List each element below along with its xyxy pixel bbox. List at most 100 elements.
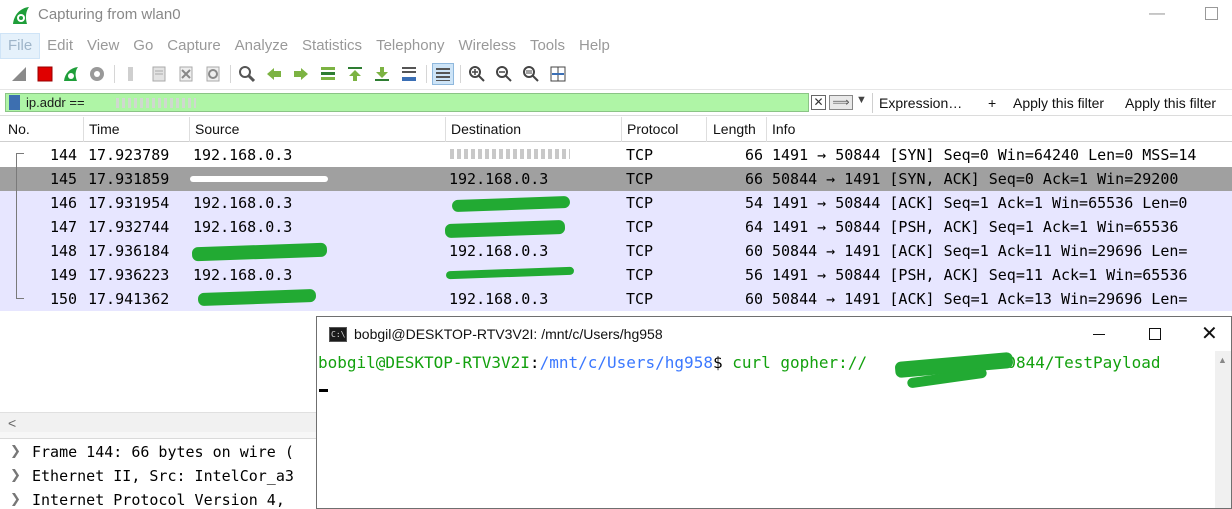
filter-history-chevron-down-icon[interactable]: ▼: [856, 94, 867, 106]
menu-go[interactable]: Go: [126, 33, 160, 59]
packet-details: ❯ Frame 144: 66 bytes on wire ( ❯ Ethern…: [0, 439, 318, 509]
scroll-left-icon[interactable]: <: [8, 415, 16, 431]
stop-capture-icon[interactable]: [34, 63, 56, 85]
clear-filter-icon[interactable]: ✕: [811, 95, 826, 110]
menu-capture[interactable]: Capture: [160, 33, 227, 59]
packet-list-hscroll[interactable]: <: [0, 412, 318, 432]
column-destination[interactable]: Destination: [451, 121, 521, 137]
minimize-button[interactable]: —: [1147, 4, 1167, 24]
terminal-minimize-button[interactable]: [1093, 334, 1105, 335]
pane-splitter[interactable]: [0, 432, 318, 439]
chevron-right-icon[interactable]: ❯: [10, 492, 21, 507]
packet-row[interactable]: 146 17.931954 192.168.0.3 TCP 54 1491 → …: [0, 191, 1232, 215]
find-packet-icon[interactable]: [236, 63, 258, 85]
maximize-button[interactable]: [1205, 7, 1218, 20]
display-filter-input[interactable]: ip.addr ==: [5, 93, 809, 112]
menu-tools[interactable]: Tools: [523, 33, 572, 59]
capture-options-icon[interactable]: [86, 63, 108, 85]
menu-file[interactable]: File: [0, 33, 41, 59]
packet-source: 192.168.0.3: [193, 194, 293, 212]
first-packet-icon[interactable]: [344, 63, 366, 85]
main-toolbar: [0, 60, 1232, 90]
menu-analyze[interactable]: Analyze: [228, 33, 295, 59]
prompt-path: /mnt/c/Users/hg958: [539, 353, 713, 372]
packet-protocol: TCP: [626, 290, 654, 308]
zoom-in-icon[interactable]: [466, 63, 488, 85]
packet-info: 1491 → 50844 [PSH, ACK] Seq=1 Ack=1 Win=…: [772, 218, 1179, 236]
close-file-icon[interactable]: [175, 63, 197, 85]
chevron-right-icon[interactable]: ❯: [10, 468, 21, 483]
terminal-maximize-button[interactable]: [1149, 328, 1161, 340]
menu-help[interactable]: Help: [572, 33, 617, 59]
resize-columns-icon[interactable]: [547, 63, 569, 85]
save-file-icon[interactable]: [148, 63, 170, 85]
menu-wireless[interactable]: Wireless: [451, 33, 523, 59]
last-packet-icon[interactable]: [371, 63, 393, 85]
packet-protocol: TCP: [626, 242, 654, 260]
packet-row[interactable]: 147 17.932744 192.168.0.3 TCP 64 1491 → …: [0, 215, 1232, 239]
packet-protocol: TCP: [626, 194, 654, 212]
expression-button[interactable]: Expression…: [879, 95, 962, 111]
column-info[interactable]: Info: [772, 121, 795, 137]
prompt-separator: :: [529, 353, 540, 372]
menu-edit[interactable]: Edit: [40, 33, 80, 59]
zoom-out-icon[interactable]: [493, 63, 515, 85]
filter-bookmark-icon[interactable]: [9, 95, 20, 110]
menu-view[interactable]: View: [80, 33, 126, 59]
apply-filter-button-1[interactable]: Apply this filter: [1013, 95, 1104, 111]
open-file-icon[interactable]: [120, 63, 142, 85]
detail-row-ip[interactable]: ❯ Internet Protocol Version 4,: [0, 489, 318, 509]
packet-list: 144 17.923789 192.168.0.3 TCP 66 1491 → …: [0, 143, 1232, 312]
column-protocol[interactable]: Protocol: [627, 121, 678, 137]
restart-capture-icon[interactable]: [60, 63, 82, 85]
menu-telephony[interactable]: Telephony: [369, 33, 451, 59]
detail-text: Ethernet II, Src: IntelCor_a3: [32, 467, 294, 485]
packet-source: 192.168.0.3: [193, 266, 293, 284]
go-to-packet-icon[interactable]: [317, 63, 339, 85]
display-filter-bar: ip.addr == ✕ ⟹ ▼ Expression… + Apply thi…: [0, 90, 1232, 116]
scroll-up-icon[interactable]: ▲: [1218, 355, 1227, 365]
packet-no: 148: [50, 242, 78, 260]
packet-row[interactable]: 148 17.936184 192.168.0.3 TCP 60 50844 →…: [0, 239, 1232, 263]
start-capture-icon[interactable]: [8, 63, 30, 85]
chevron-right-icon[interactable]: ❯: [10, 444, 21, 459]
go-forward-icon[interactable]: [290, 63, 312, 85]
packet-row[interactable]: 145 17.931859 192.168.0.3 TCP 66 50844 →…: [0, 167, 1232, 191]
colorize-icon[interactable]: [432, 63, 454, 85]
packet-info: 50844 → 1491 [ACK] Seq=1 Ack=11 Win=2969…: [772, 242, 1188, 260]
packet-no: 144: [50, 146, 78, 164]
packet-length: 66: [745, 170, 764, 188]
menu-statistics[interactable]: Statistics: [295, 33, 369, 59]
terminal-body[interactable]: bobgil@DESKTOP-RTV3V2I:/mnt/c/Users/hg95…: [317, 351, 1215, 508]
terminal-scrollbar[interactable]: ▲: [1215, 351, 1231, 508]
packet-info: 50844 → 1491 [ACK] Seq=1 Ack=13 Win=2969…: [772, 290, 1188, 308]
packet-destination: 192.168.0.3: [449, 290, 549, 308]
apply-filter-arrow-icon[interactable]: ⟹: [829, 95, 853, 110]
packet-destination: 192.168.0.3: [449, 242, 549, 260]
column-no[interactable]: No.: [8, 121, 30, 137]
terminal-titlebar: C:\ bobgil@DESKTOP-RTV3V2I: /mnt/c/Users…: [317, 317, 1231, 351]
packet-no: 147: [50, 218, 78, 236]
packet-row[interactable]: 150 17.941362 192.168.0.3 TCP 60 50844 →…: [0, 287, 1232, 311]
packet-row[interactable]: 144 17.923789 192.168.0.3 TCP 66 1491 → …: [0, 143, 1232, 167]
detail-text: Internet Protocol Version 4,: [32, 491, 285, 509]
redacted-address: [116, 98, 196, 108]
reload-file-icon[interactable]: [202, 63, 224, 85]
terminal-close-icon[interactable]: ✕: [1201, 321, 1218, 346]
detail-row-frame[interactable]: ❯ Frame 144: 66 bytes on wire (: [0, 441, 318, 465]
apply-filter-button-2[interactable]: Apply this filter: [1125, 95, 1216, 111]
column-length[interactable]: Length: [713, 121, 756, 137]
packet-protocol: TCP: [626, 266, 654, 284]
autoscroll-icon[interactable]: [398, 63, 420, 85]
column-time[interactable]: Time: [89, 121, 120, 137]
terminal-window: C:\ bobgil@DESKTOP-RTV3V2I: /mnt/c/Users…: [316, 316, 1232, 509]
column-source[interactable]: Source: [195, 121, 239, 137]
go-back-icon[interactable]: [263, 63, 285, 85]
packet-info: 1491 → 50844 [PSH, ACK] Seq=11 Ack=1 Win…: [772, 266, 1188, 284]
packet-row[interactable]: 149 17.936223 192.168.0.3 TCP 56 1491 → …: [0, 263, 1232, 287]
detail-row-ethernet[interactable]: ❯ Ethernet II, Src: IntelCor_a3: [0, 465, 318, 489]
add-filter-plus-icon[interactable]: +: [988, 95, 996, 111]
packet-time: 17.931954: [88, 194, 170, 212]
terminal-command-line: bobgil@DESKTOP-RTV3V2I:/mnt/c/Users/hg95…: [318, 353, 1160, 372]
normal-size-icon[interactable]: [520, 63, 542, 85]
